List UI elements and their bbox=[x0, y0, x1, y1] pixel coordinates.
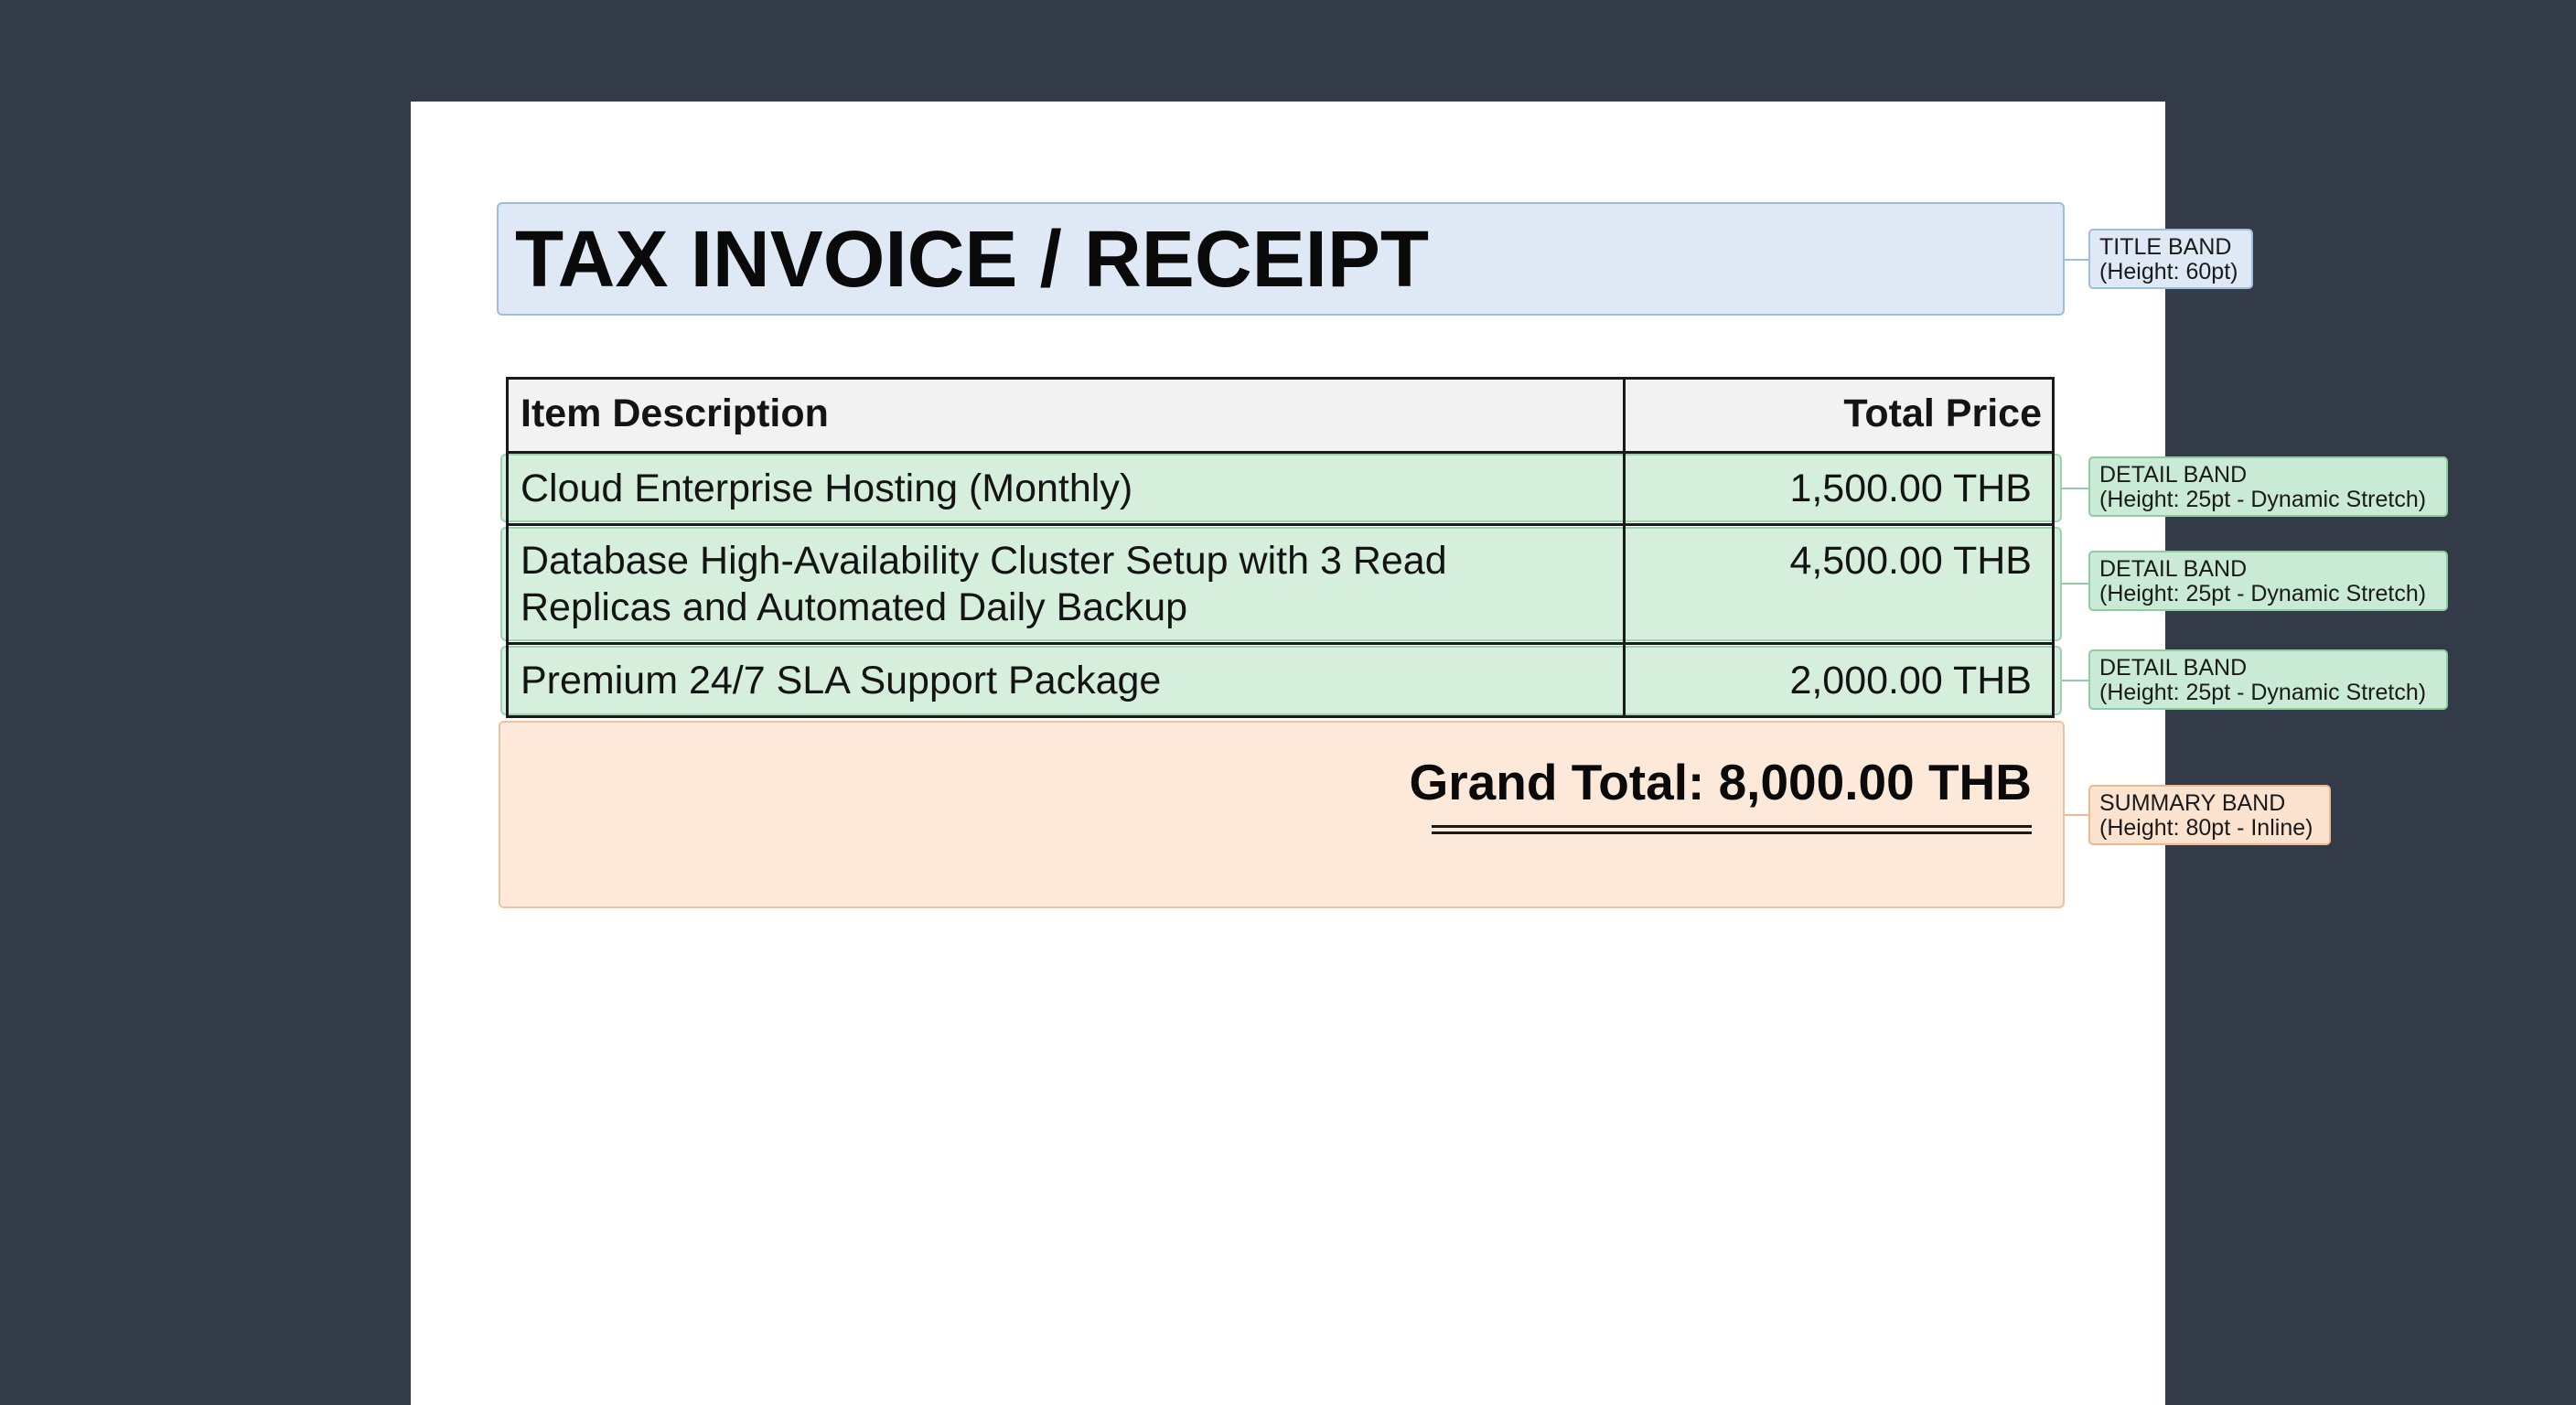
detail-band-1-callout: DETAIL BAND (Height: 25pt - Dynamic Stre… bbox=[2088, 456, 2448, 517]
callout-name: TITLE BAND bbox=[2099, 234, 2232, 260]
detail-band-3-connector bbox=[2062, 680, 2088, 681]
column-header-price: Total Price bbox=[1843, 391, 2042, 435]
summary-band bbox=[499, 721, 2065, 908]
detail-band-1-connector bbox=[2062, 488, 2088, 489]
row-1-description: Cloud Enterprise Hosting (Monthly) bbox=[521, 467, 1133, 510]
total-underline-bottom bbox=[1432, 831, 2032, 834]
total-underline-top bbox=[1432, 825, 2032, 828]
callout-detail: (Height: 25pt - Dynamic Stretch) bbox=[2099, 581, 2427, 606]
row-3-price: 2,000.00 THB bbox=[1789, 659, 2032, 702]
row-divider bbox=[506, 523, 2055, 526]
grand-total: Grand Total: 8,000.00 THB bbox=[1409, 754, 2032, 810]
callout-name: DETAIL BAND bbox=[2099, 462, 2248, 488]
row-2-price: 4,500.00 THB bbox=[1789, 539, 2032, 583]
column-divider bbox=[1623, 377, 1626, 718]
summary-band-callout: SUMMARY BAND (Height: 80pt - Inline) bbox=[2088, 785, 2331, 845]
title-band-callout: TITLE BAND (Height: 60pt) bbox=[2088, 229, 2253, 289]
invoice-title: TAX INVOICE / RECEIPT bbox=[515, 215, 1430, 304]
row-1-price: 1,500.00 THB bbox=[1789, 467, 2032, 510]
callout-name: SUMMARY BAND bbox=[2099, 790, 2286, 816]
summary-band-connector bbox=[2065, 814, 2088, 816]
row-2-description-line-1: Database High-Availability Cluster Setup… bbox=[521, 539, 1447, 583]
callout-detail: (Height: 25pt - Dynamic Stretch) bbox=[2099, 487, 2427, 512]
callout-name: DETAIL BAND bbox=[2099, 655, 2248, 681]
detail-band-2-connector bbox=[2062, 583, 2088, 585]
callout-name: DETAIL BAND bbox=[2099, 556, 2248, 582]
title-band-connector bbox=[2065, 259, 2088, 261]
detail-band-2-callout: DETAIL BAND (Height: 25pt - Dynamic Stre… bbox=[2088, 551, 2448, 611]
row-divider bbox=[506, 451, 2055, 454]
row-2-description-line-2: Replicas and Automated Daily Backup bbox=[521, 585, 1188, 629]
callout-detail: (Height: 25pt - Dynamic Stretch) bbox=[2099, 680, 2427, 705]
column-header-description: Item Description bbox=[521, 391, 829, 435]
detail-band-3-callout: DETAIL BAND (Height: 25pt - Dynamic Stre… bbox=[2088, 649, 2448, 710]
callout-detail: (Height: 60pt) bbox=[2099, 259, 2238, 284]
row-divider bbox=[506, 642, 2055, 645]
row-3-description: Premium 24/7 SLA Support Package bbox=[521, 659, 1162, 702]
callout-detail: (Height: 80pt - Inline) bbox=[2099, 815, 2313, 841]
